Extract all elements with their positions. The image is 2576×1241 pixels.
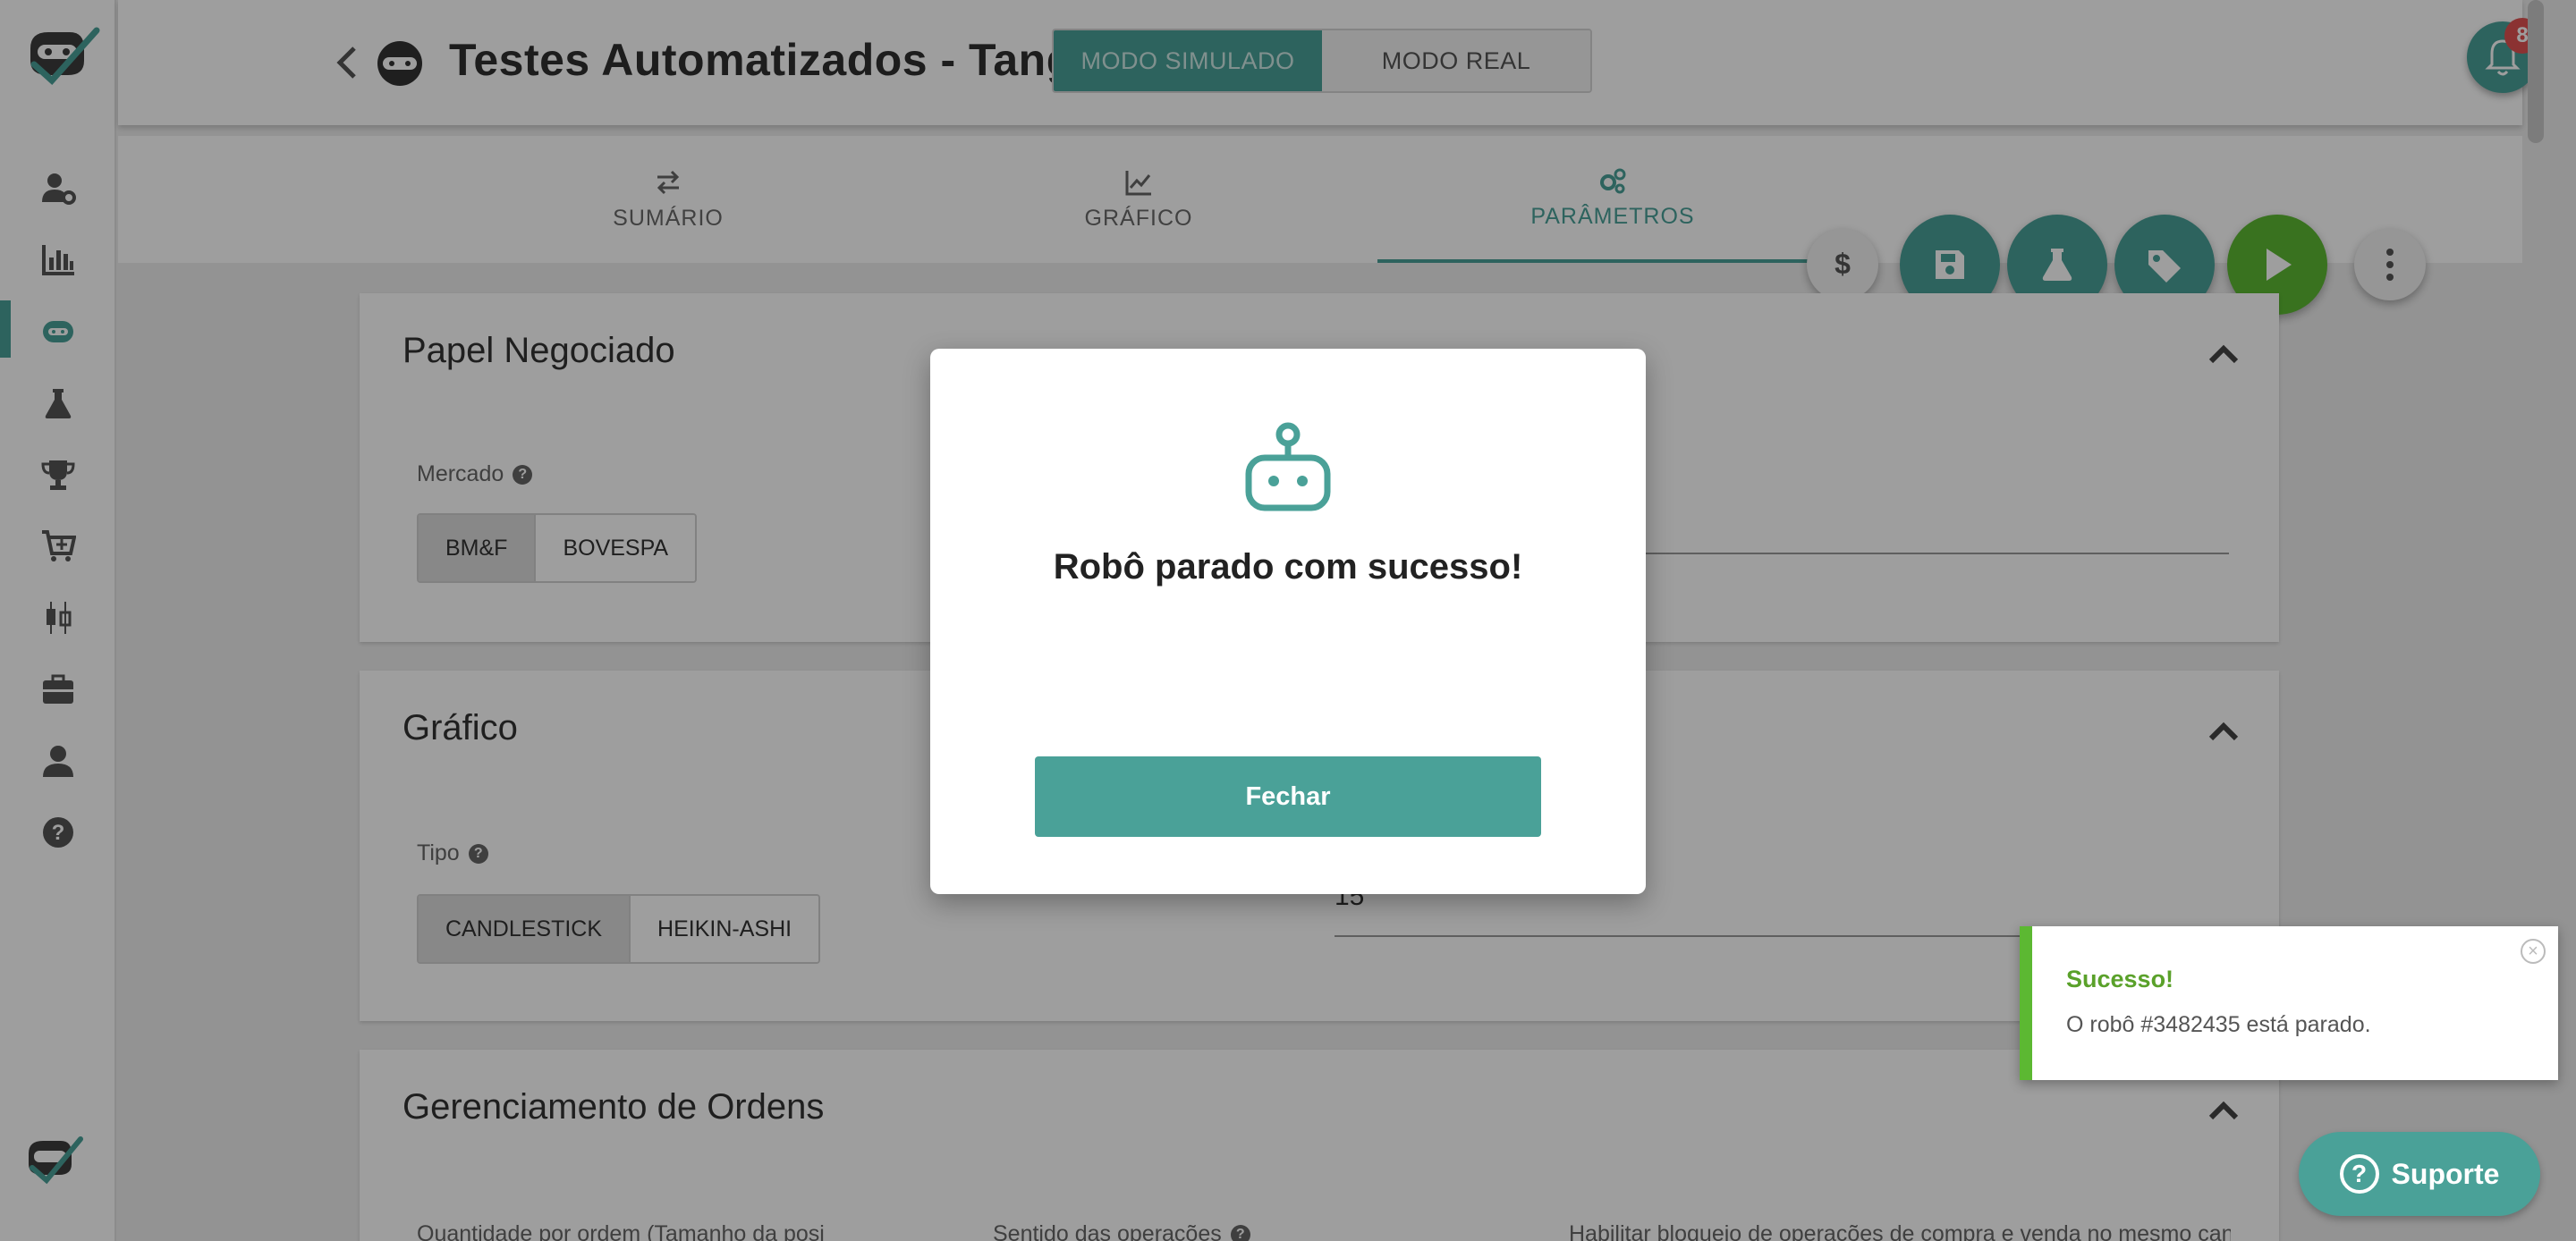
modal-title: Robô parado com sucesso! — [1053, 547, 1523, 587]
close-icon[interactable]: × — [2521, 939, 2546, 964]
question-icon: ? — [2339, 1154, 2379, 1194]
success-toast: Sucesso! O robô #3482435 está parado. × — [2020, 926, 2558, 1080]
close-modal-button[interactable]: Fechar — [1035, 756, 1541, 837]
support-button[interactable]: ? Suporte — [2299, 1132, 2540, 1216]
toast-message: O robô #3482435 está parado. — [2066, 1012, 2371, 1037]
success-modal: Robô parado com sucesso! Fechar — [930, 349, 1646, 894]
toast-title: Sucesso! — [2066, 966, 2174, 992]
robot-icon — [1245, 422, 1331, 511]
